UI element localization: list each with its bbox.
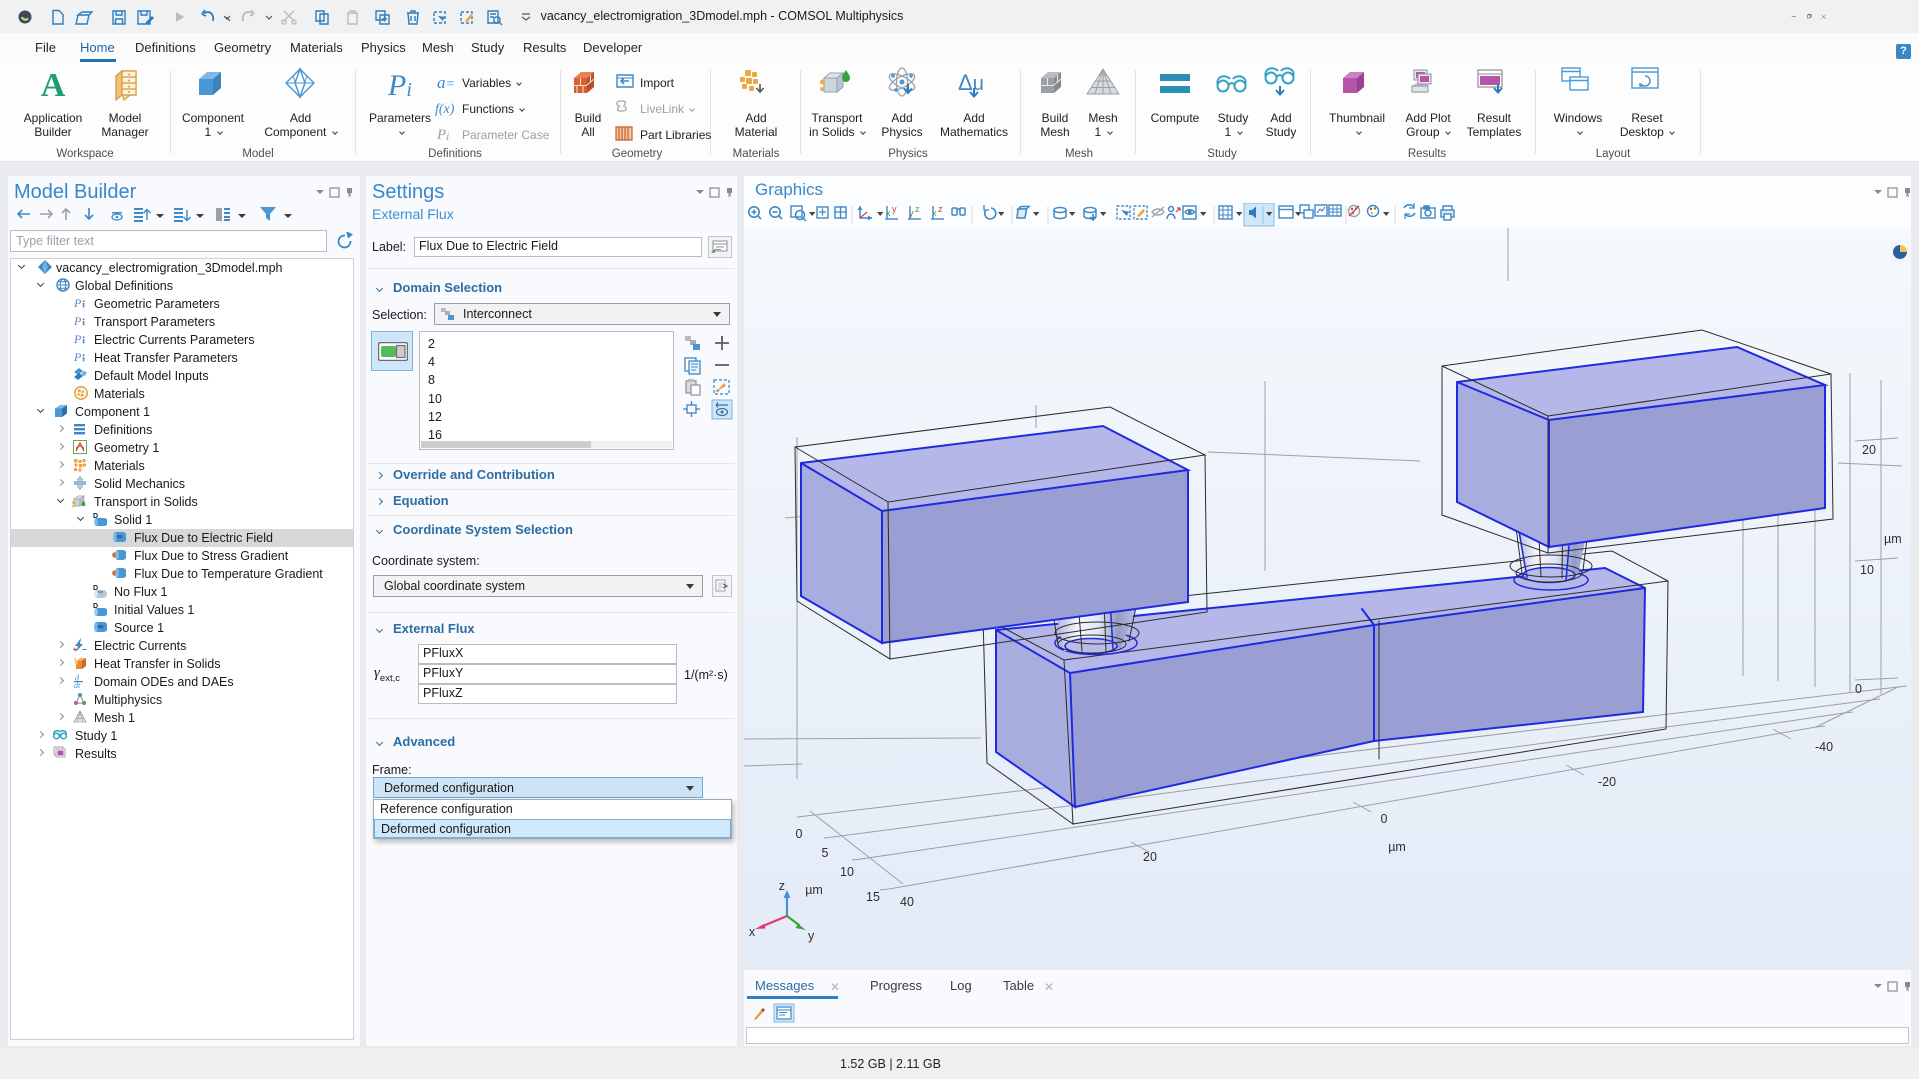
svg-text:40: 40 [900,895,914,909]
svg-text:20: 20 [1143,850,1157,864]
svg-text:x: x [749,925,756,939]
svg-text:dt: dt [74,681,81,688]
svg-text:Δu: Δu [958,70,984,95]
svg-text:y: y [808,929,815,943]
svg-text:10: 10 [1860,563,1874,577]
svg-text:+: + [73,647,77,652]
svg-text:P: P [74,350,82,364]
svg-text:P: P [74,296,82,310]
svg-text:µm: µm [1884,532,1902,546]
svg-text:P: P [74,314,82,328]
svg-text:y: y [892,204,897,214]
svg-text:10: 10 [840,865,854,879]
svg-text:z: z [915,204,920,214]
svg-text:5: 5 [822,846,829,860]
svg-text:Pi: Pi [387,69,412,102]
svg-text:µm: µm [1388,840,1406,854]
svg-text:0: 0 [796,827,803,841]
svg-text:-20: -20 [1598,775,1616,789]
svg-text:z: z [779,879,785,893]
svg-text:15: 15 [866,890,880,904]
svg-text:A: A [41,67,66,104]
svg-text:-40: -40 [1815,740,1833,754]
svg-text:µm: µm [805,883,823,897]
svg-text:z: z [938,204,943,214]
svg-text:P: P [74,332,82,346]
svg-text:0: 0 [1855,682,1862,696]
svg-text:a=: a= [437,73,455,92]
svg-text:20: 20 [1862,443,1876,457]
svg-text:−: − [82,645,87,652]
svg-text:0: 0 [1381,812,1388,826]
